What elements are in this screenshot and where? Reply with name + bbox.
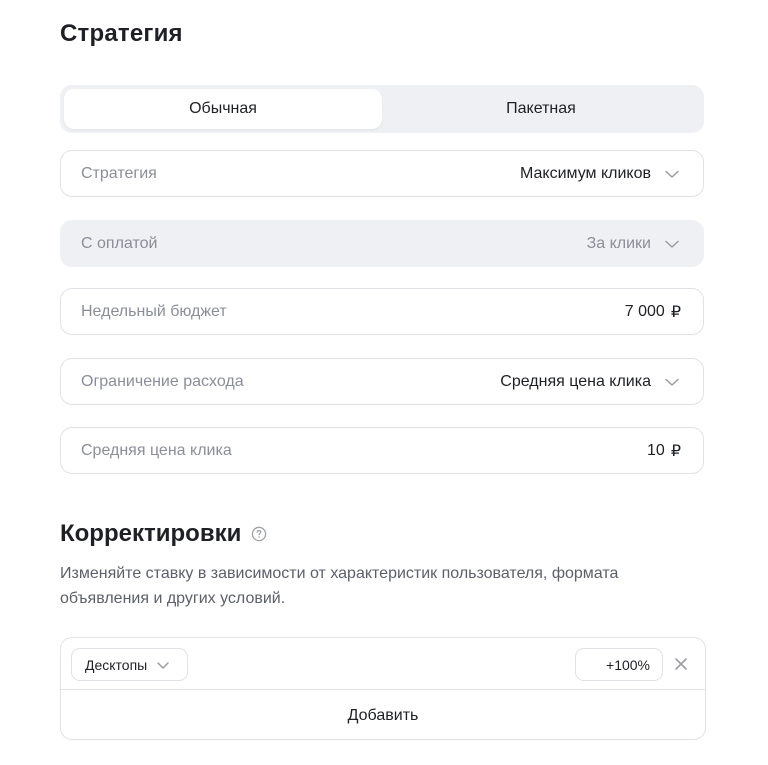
strategy-select-label: Стратегия	[81, 164, 157, 182]
strategy-type-toggle: Обычная Пакетная	[60, 85, 704, 133]
avg-click-price-value: 10	[647, 441, 665, 459]
chevron-down-icon	[155, 657, 171, 673]
spend-limit-label: Ограничение расхода	[81, 372, 244, 390]
avg-click-price-label: Средняя цена клика	[81, 441, 232, 459]
payment-select-label: С оплатой	[81, 234, 158, 252]
avg-click-price-input[interactable]: Средняя цена клика 10 ₽	[60, 427, 704, 474]
weekly-budget-input[interactable]: Недельный бюджет 7 000 ₽	[60, 288, 704, 335]
adjustments-title: Корректировки	[60, 520, 242, 547]
currency-symbol: ₽	[670, 303, 681, 321]
question-circle-icon[interactable]	[251, 526, 267, 542]
device-type-select[interactable]: Десктопы	[71, 648, 188, 681]
weekly-budget-value: 7 000	[624, 302, 665, 320]
strategy-title: Стратегия	[60, 20, 183, 47]
weekly-budget-label: Недельный бюджет	[81, 302, 227, 320]
strategy-select-value: Максимум кликов	[520, 164, 651, 182]
add-adjustment-button[interactable]: Добавить	[61, 691, 705, 741]
adjustments-card: Десктопы +100% Добавить	[60, 637, 706, 740]
chevron-down-icon	[663, 373, 681, 391]
close-icon[interactable]	[673, 656, 689, 672]
device-type-value: Десктопы	[85, 656, 148, 673]
adjustments-heading: Корректировки	[60, 520, 267, 548]
spend-limit-select[interactable]: Ограничение расхода Средняя цена клика	[60, 358, 704, 405]
payment-select: С оплатой За клики	[60, 220, 704, 267]
chevron-down-icon	[663, 235, 681, 253]
payment-select-value: За клики	[586, 234, 651, 252]
strategy-select[interactable]: Стратегия Максимум кликов	[60, 150, 704, 197]
tab-package[interactable]: Пакетная	[382, 89, 700, 129]
chevron-down-icon	[663, 165, 681, 183]
adjustment-percent-input[interactable]: +100%	[575, 648, 663, 681]
adjustments-description: Изменяйте ставку в зависимости от характ…	[60, 565, 619, 607]
spend-limit-value: Средняя цена клика	[500, 372, 651, 390]
currency-symbol: ₽	[670, 442, 681, 460]
tab-regular[interactable]: Обычная	[64, 89, 382, 129]
adjustment-row: Десктопы +100%	[61, 638, 705, 690]
